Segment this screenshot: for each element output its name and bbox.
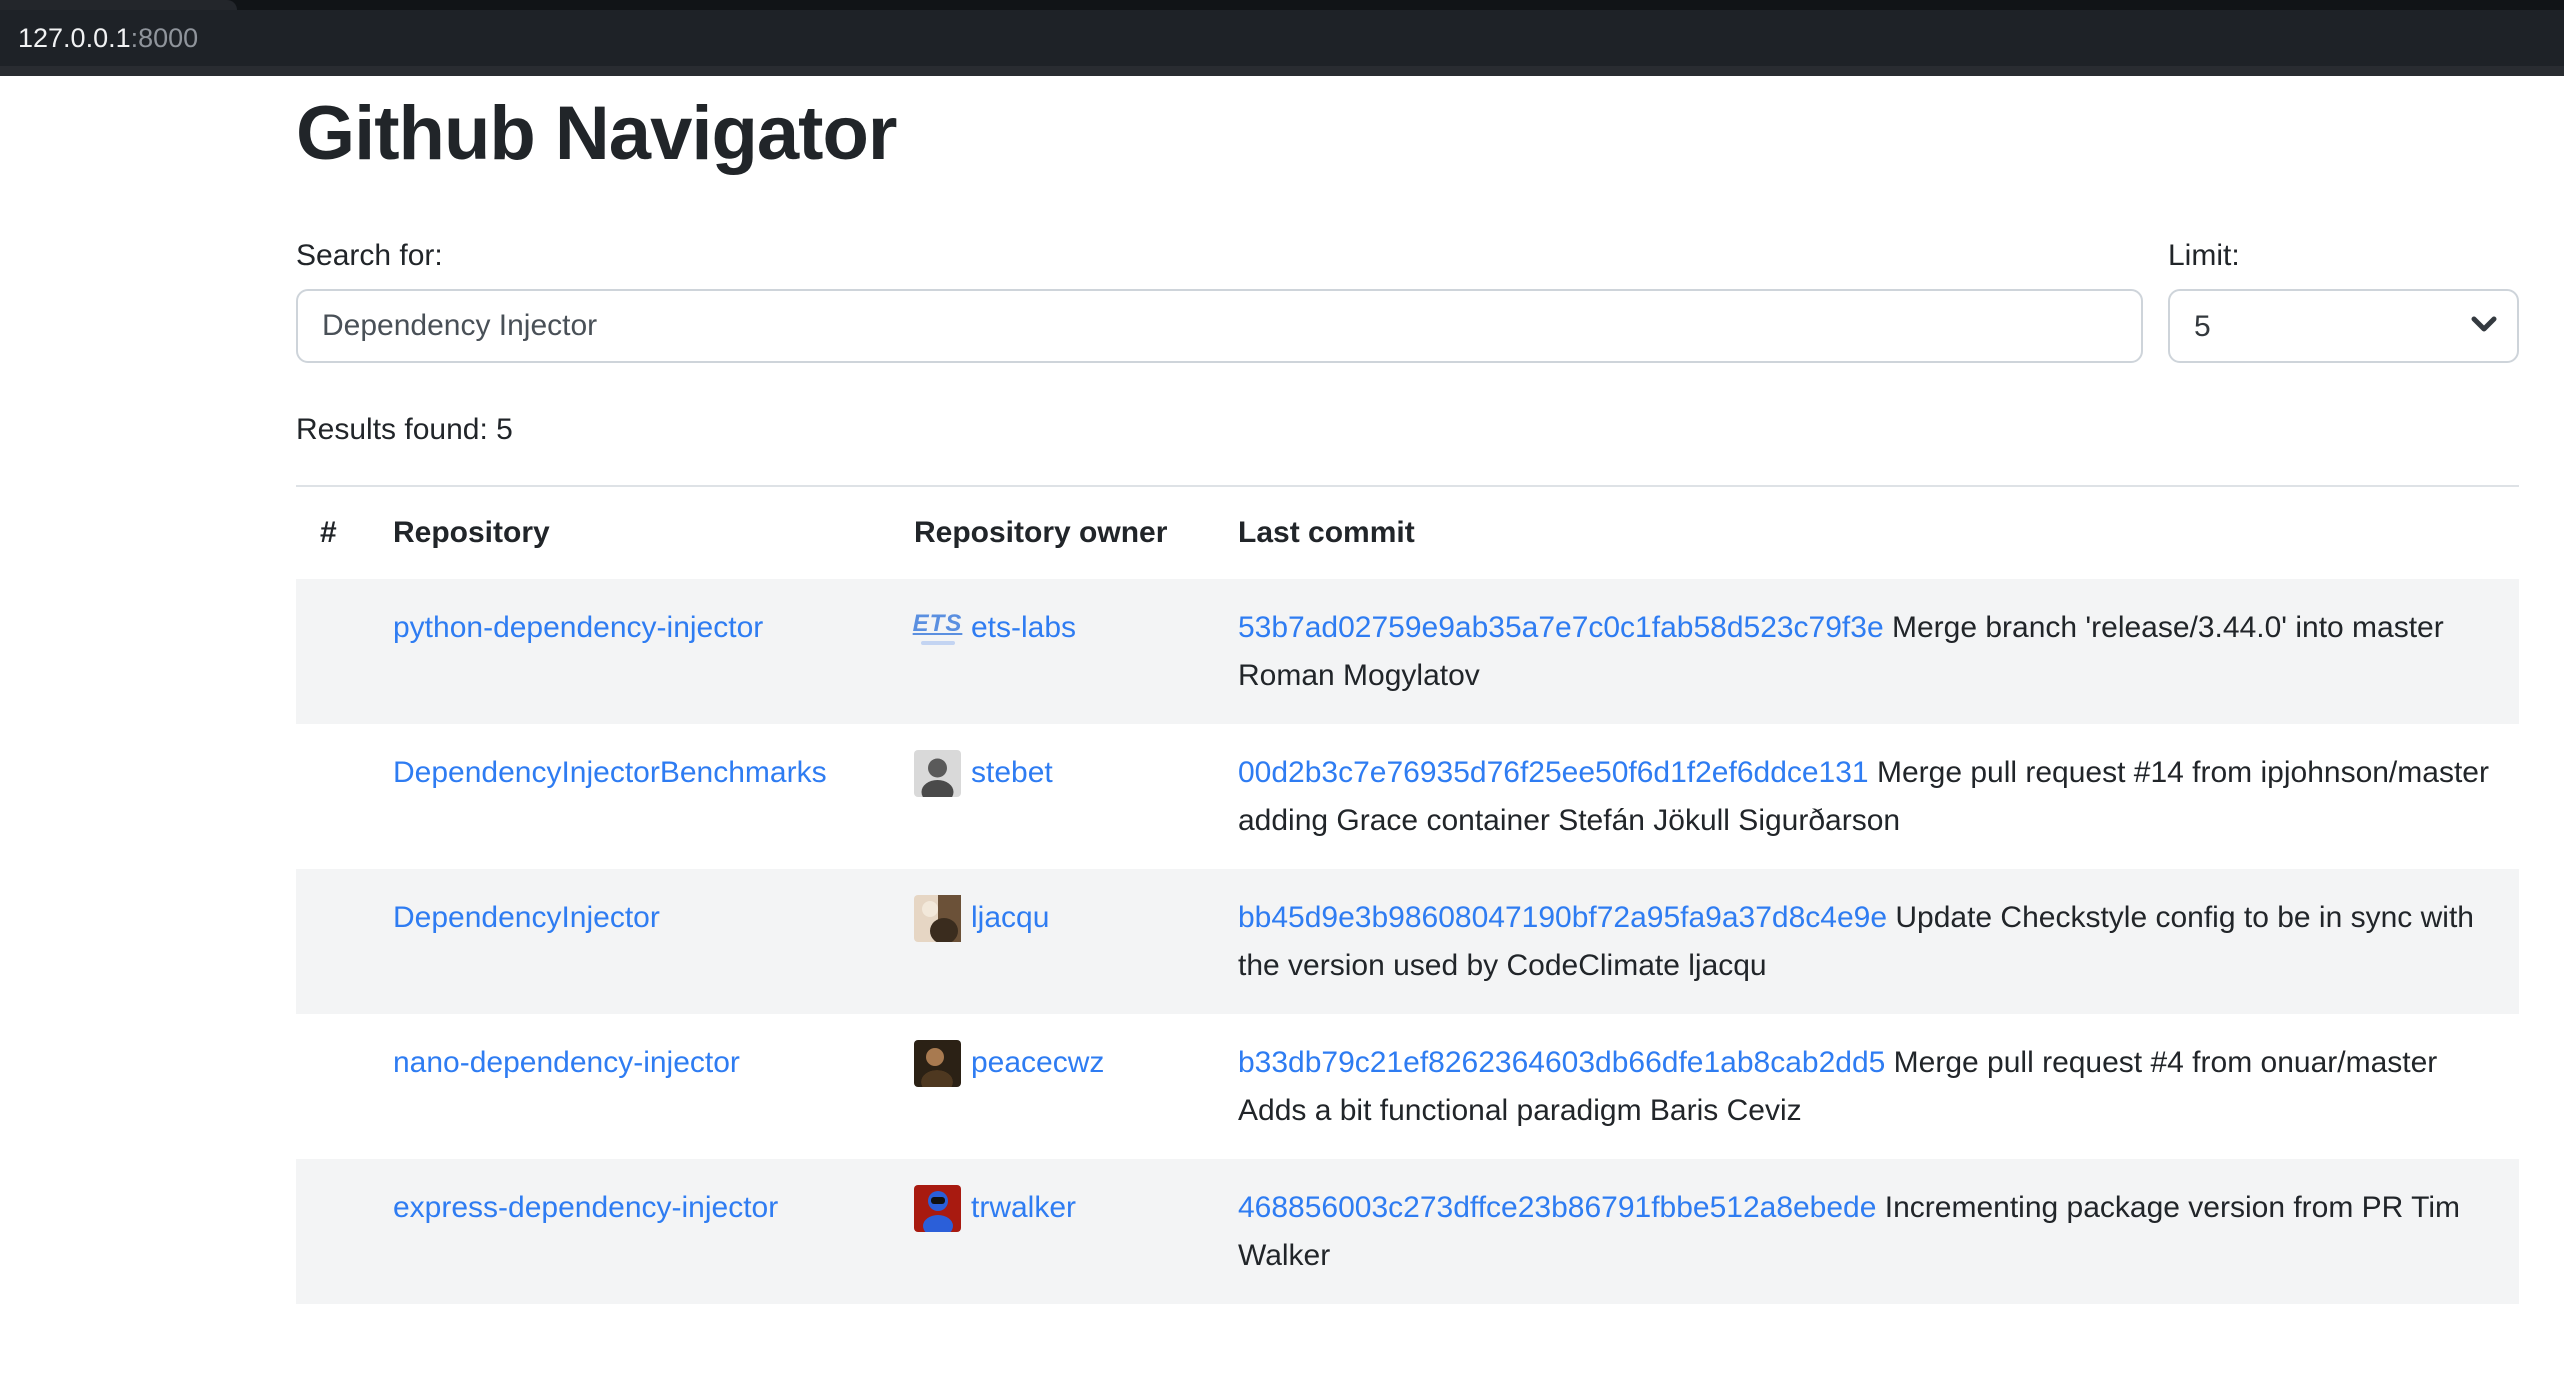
owner-link[interactable]: trwalker xyxy=(971,1184,1076,1232)
url-host: 127.0.0.1 xyxy=(18,23,131,54)
row-index-cell xyxy=(296,579,369,724)
url-port: :8000 xyxy=(131,23,199,54)
table-row: DependencyInjector ljacqu xyxy=(296,869,2519,1014)
results-summary: Results found: 5 xyxy=(296,413,2519,447)
ets-logo-subtext xyxy=(921,641,955,645)
owner-link[interactable]: ljacqu xyxy=(971,894,1049,942)
results-table: # Repository Repository owner Last commi… xyxy=(296,485,2519,1304)
browser-url-bar[interactable]: 127.0.0.1:8000 xyxy=(0,10,2564,66)
browser-toolbar-edge xyxy=(0,66,2564,76)
repo-link[interactable]: DependencyInjector xyxy=(393,901,660,934)
commit-hash-link[interactable]: bb45d9e3b98608047190bf72a95fa9a37d8c4e9e xyxy=(1238,901,1887,934)
table-row: DependencyInjectorBenchmarks stebet xyxy=(296,724,2519,869)
browser-tab-strip xyxy=(0,0,2564,10)
header-repository: Repository xyxy=(369,486,890,579)
browser-active-tab[interactable] xyxy=(0,0,237,10)
owner-link[interactable]: stebet xyxy=(971,749,1053,797)
header-repository-owner: Repository owner xyxy=(890,486,1214,579)
limit-select[interactable]: 5 xyxy=(2168,289,2519,363)
owner-avatar-image xyxy=(914,1040,961,1087)
repo-link[interactable]: nano-dependency-injector xyxy=(393,1046,740,1079)
table-row: express-dependency-injector trwalker xyxy=(296,1159,2519,1304)
search-form: Search for: Limit: 5 xyxy=(296,239,2519,363)
search-input[interactable] xyxy=(296,289,2143,363)
search-label: Search for: xyxy=(296,239,2143,273)
owner-avatar-ets-logo-icon: ETS xyxy=(914,605,961,652)
ets-logo-text: ETS xyxy=(913,612,963,636)
owner-avatar-image xyxy=(914,1185,961,1232)
row-index-cell xyxy=(296,869,369,1014)
search-field-group: Search for: xyxy=(296,239,2143,363)
repo-link[interactable]: python-dependency-injector xyxy=(393,611,763,644)
row-index-cell xyxy=(296,1159,369,1304)
commit-hash-link[interactable]: b33db79c21ef8262364603db66dfe1ab8cab2dd5 xyxy=(1238,1046,1885,1079)
limit-label: Limit: xyxy=(2168,239,2519,273)
row-index-cell xyxy=(296,1014,369,1159)
owner-avatar-image xyxy=(914,750,961,797)
table-row: nano-dependency-injector peacecwz xyxy=(296,1014,2519,1159)
header-last-commit: Last commit xyxy=(1214,486,2519,579)
table-row: python-dependency-injector ETS ets-labs … xyxy=(296,579,2519,724)
table-header-row: # Repository Repository owner Last commi… xyxy=(296,486,2519,579)
commit-hash-link[interactable]: 53b7ad02759e9ab35a7e7c0c1fab58d523c79f3e xyxy=(1238,611,1884,644)
row-index-cell xyxy=(296,724,369,869)
page-container: Github Navigator Search for: Limit: 5 Re… xyxy=(296,90,2519,1304)
page-title: Github Navigator xyxy=(296,90,2519,177)
owner-link[interactable]: peacecwz xyxy=(971,1039,1104,1087)
commit-hash-link[interactable]: 468856003c273dffce23b86791fbbe512a8ebede xyxy=(1238,1191,1876,1224)
repo-link[interactable]: express-dependency-injector xyxy=(393,1191,778,1224)
repo-link[interactable]: DependencyInjectorBenchmarks xyxy=(393,756,827,789)
limit-field-group: Limit: 5 xyxy=(2168,239,2519,363)
header-index: # xyxy=(296,486,369,579)
owner-link[interactable]: ets-labs xyxy=(971,604,1076,652)
commit-hash-link[interactable]: 00d2b3c7e76935d76f25ee50f6d1f2ef6ddce131 xyxy=(1238,756,1869,789)
owner-avatar-image xyxy=(914,895,961,942)
